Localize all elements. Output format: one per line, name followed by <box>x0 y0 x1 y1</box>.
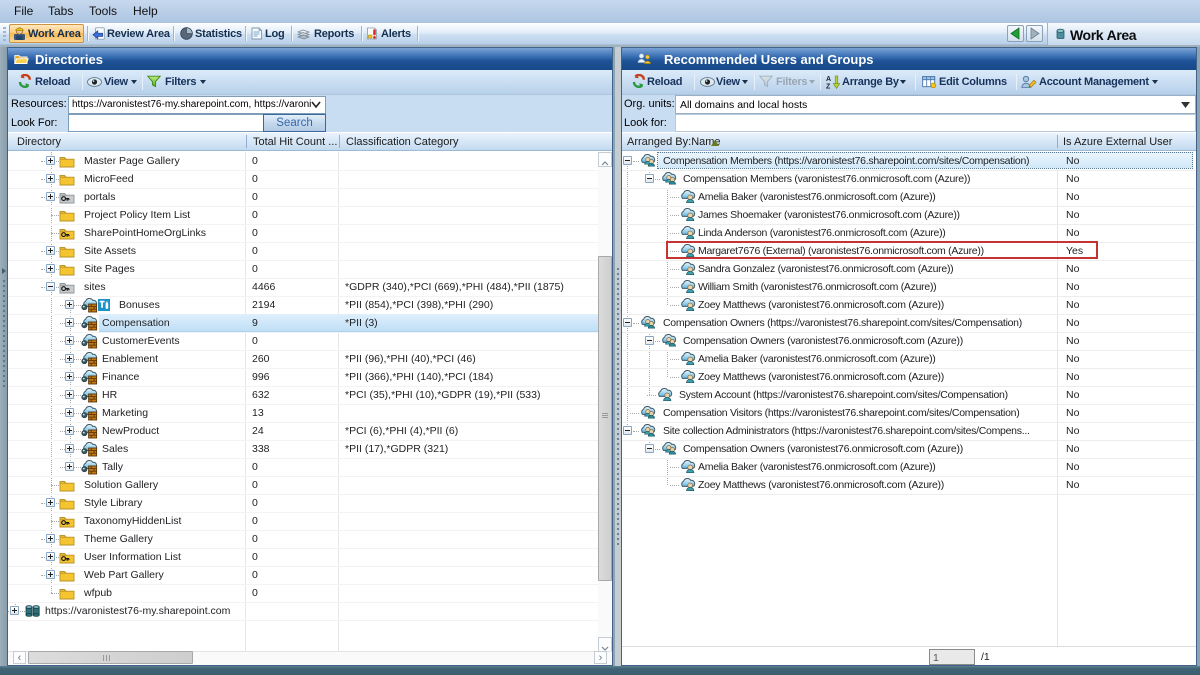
svg-text:A: A <box>826 76 831 83</box>
svg-text:Z: Z <box>826 84 831 90</box>
